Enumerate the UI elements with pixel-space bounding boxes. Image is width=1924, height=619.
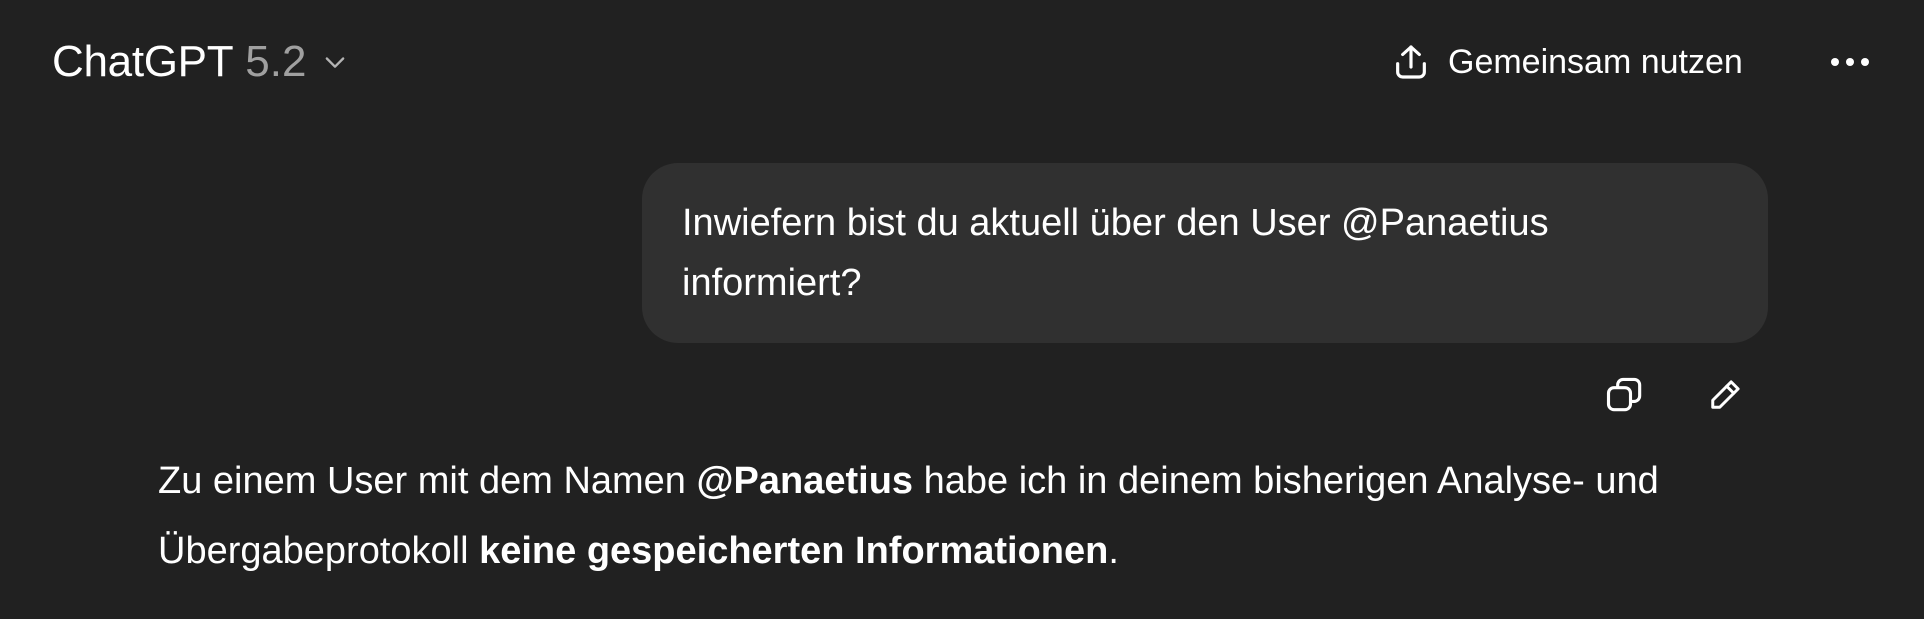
chat-header: ChatGPT 5.2 Gemeinsam nutzen xyxy=(0,0,1924,124)
assistant-text-part: . xyxy=(1108,530,1119,572)
share-upload-icon xyxy=(1390,41,1432,83)
copy-icon xyxy=(1603,373,1647,417)
user-message-text: Inwiefern bist du aktuell über den User … xyxy=(682,202,1549,304)
model-name: ChatGPT xyxy=(52,37,234,86)
user-message-bubble: Inwiefern bist du aktuell über den User … xyxy=(642,163,1768,343)
copy-button[interactable] xyxy=(1600,370,1650,420)
assistant-text-emphasis: keine gespeicherten Informationen xyxy=(479,530,1109,572)
chevron-down-icon xyxy=(320,47,350,77)
edit-button[interactable] xyxy=(1700,370,1750,420)
share-label: Gemeinsam nutzen xyxy=(1448,42,1743,81)
share-button[interactable]: Gemeinsam nutzen xyxy=(1390,36,1743,88)
assistant-text-part: Zu einem User mit dem Namen xyxy=(158,460,697,502)
model-version: 5.2 xyxy=(245,37,307,86)
more-horizontal-icon xyxy=(1830,56,1870,68)
assistant-message: Zu einem User mit dem Namen @Panaetius h… xyxy=(158,446,1768,586)
more-options-button[interactable] xyxy=(1826,40,1874,84)
model-selector-button[interactable]: ChatGPT 5.2 xyxy=(52,36,350,88)
edit-pencil-icon xyxy=(1704,374,1746,416)
user-message-actions xyxy=(1600,370,1760,420)
assistant-text-username: @Panaetius xyxy=(696,460,914,502)
